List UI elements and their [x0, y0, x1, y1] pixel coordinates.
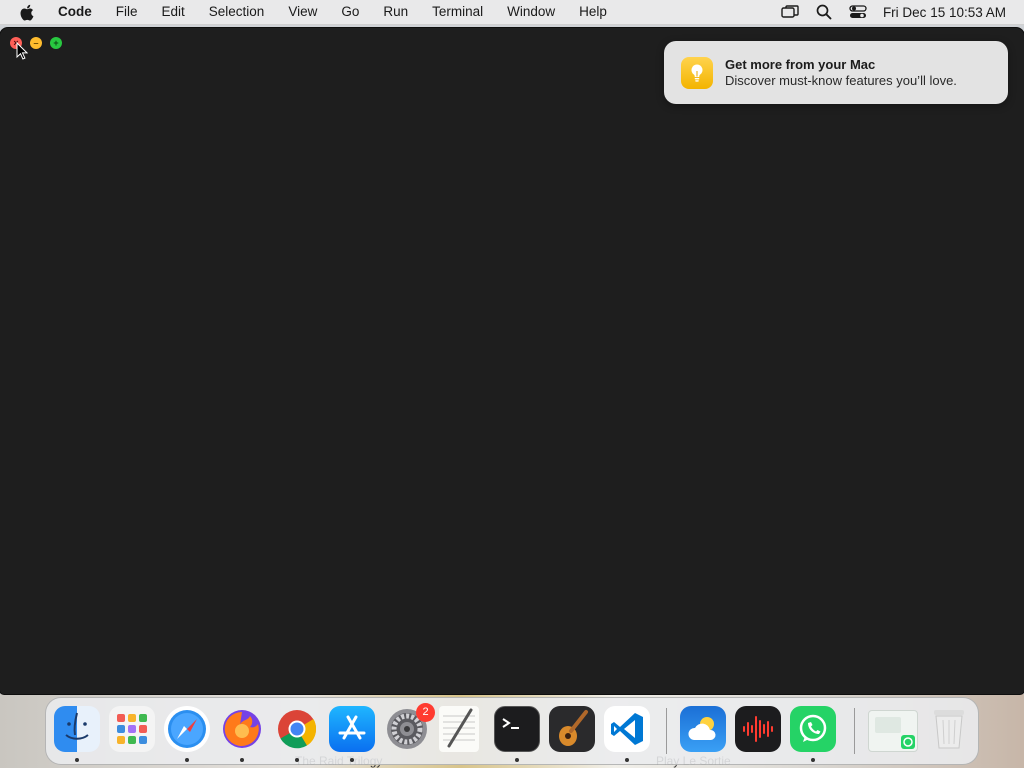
apple-menu-icon[interactable] [6, 4, 46, 21]
dock-chrome-icon[interactable] [274, 706, 320, 752]
minimize-icon: – [33, 38, 39, 48]
menu-file[interactable]: File [104, 0, 150, 24]
menu-edit[interactable]: Edit [150, 0, 197, 24]
menu-view[interactable]: View [276, 0, 329, 24]
dock-launchpad-icon[interactable] [109, 706, 155, 752]
dock-running-indicator [185, 758, 189, 762]
dock-running-indicator [295, 758, 299, 762]
window-minimize-button[interactable]: – [30, 37, 42, 49]
dock-vscode-icon[interactable] [604, 706, 650, 752]
dock-garageband-icon[interactable] [549, 706, 595, 752]
dock-running-indicator [350, 758, 354, 762]
settings-badge: 2 [416, 703, 435, 722]
dock-separator [666, 708, 667, 754]
menu-go[interactable]: Go [329, 0, 371, 24]
menu-selection[interactable]: Selection [197, 0, 277, 24]
screen-mirroring-icon[interactable] [773, 5, 807, 19]
notification-body: Discover must-know features you’ll love. [725, 73, 957, 88]
menu-terminal[interactable]: Terminal [420, 0, 495, 24]
dock-running-indicator [515, 758, 519, 762]
dock-firefox-icon[interactable] [219, 706, 265, 752]
spotlight-search-icon[interactable] [807, 4, 841, 20]
dock-running-indicator [75, 758, 79, 762]
dock-app-store-icon[interactable] [329, 706, 375, 752]
window-zoom-button[interactable]: + [50, 37, 62, 49]
dock-terminal-icon[interactable] [494, 706, 540, 752]
menu-window[interactable]: Window [495, 0, 567, 24]
menu-bar: Code File Edit Selection View Go Run Ter… [0, 0, 1024, 25]
control-center-icon[interactable] [841, 5, 875, 19]
dock-trash-icon[interactable] [926, 706, 972, 752]
mouse-cursor-icon [16, 41, 29, 65]
dock-voice-memos-icon[interactable] [735, 706, 781, 752]
dock-whatsapp-icon[interactable] [790, 706, 836, 752]
dock-textedit-icon[interactable] [439, 706, 479, 752]
dock-finder-icon[interactable] [54, 706, 100, 752]
dock-screenshot-thumbnail[interactable] [868, 710, 918, 752]
dock-running-indicator [625, 758, 629, 762]
dock-running-indicator [811, 758, 815, 762]
menu-help[interactable]: Help [567, 0, 619, 24]
menu-run[interactable]: Run [371, 0, 420, 24]
dock-weather-icon[interactable] [680, 706, 726, 752]
notification-title: Get more from your Mac [725, 57, 876, 72]
dock-safari-icon[interactable] [164, 706, 210, 752]
notification-banner[interactable]: Get more from your Mac Discover must-kno… [664, 41, 1008, 104]
dock-separator [854, 708, 855, 754]
dock: 2 [45, 697, 979, 765]
menu-clock[interactable]: Fri Dec 15 10:53 AM [883, 5, 1006, 20]
menu-app-name[interactable]: Code [46, 0, 104, 24]
lightbulb-icon [681, 57, 713, 89]
zoom-icon: + [53, 38, 59, 48]
code-window: × – + [0, 28, 1024, 694]
dock-running-indicator [240, 758, 244, 762]
